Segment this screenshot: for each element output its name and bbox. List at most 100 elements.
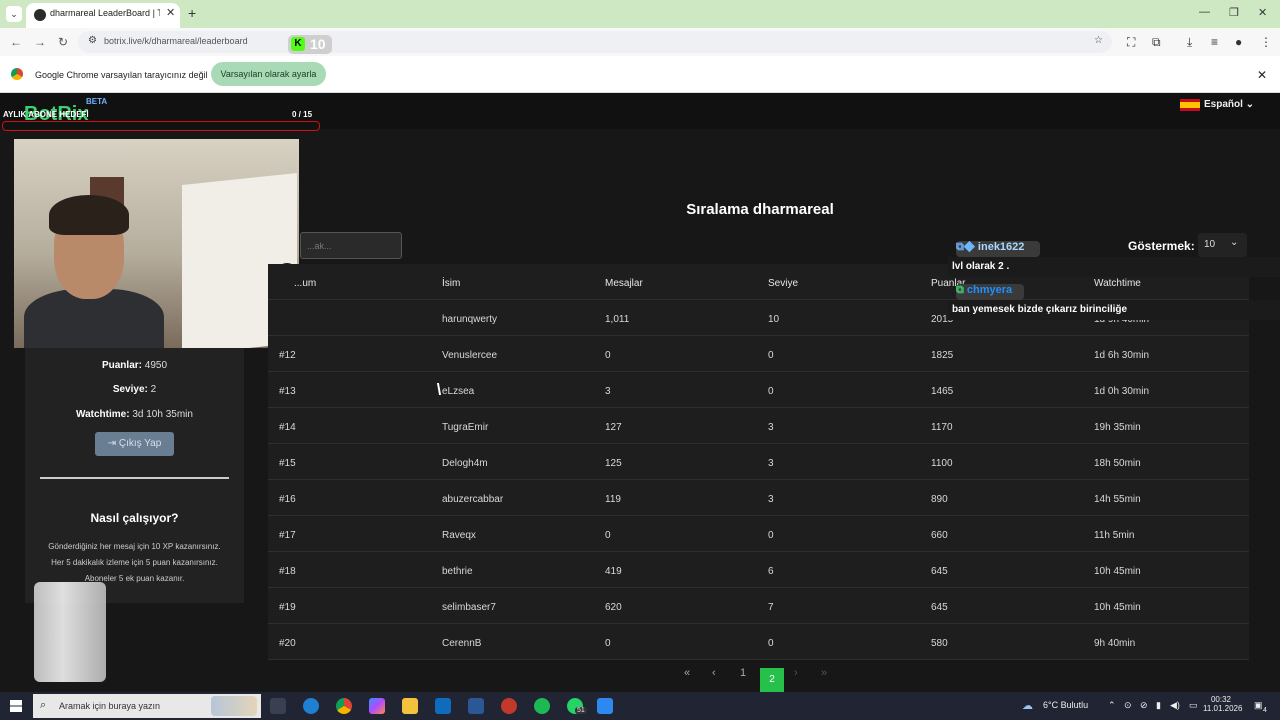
menu-icon[interactable]: ⋮	[1260, 35, 1272, 49]
cell-watchtime: 1d 0h 30min	[1094, 386, 1150, 397]
col-watchtime[interactable]: Watchtime	[1094, 278, 1141, 289]
col-name[interactable]: İsim	[442, 278, 460, 289]
media-icon[interactable]: ≡	[1211, 35, 1218, 49]
tab-close-icon[interactable]: ✕	[166, 6, 175, 19]
cell-name[interactable]: eLzsea	[442, 386, 474, 397]
cell-rank: #20	[279, 638, 296, 649]
app-icon[interactable]	[501, 698, 517, 714]
col-rank[interactable]: ...um	[294, 278, 316, 289]
kick-extension-badge[interactable]: K 10	[288, 35, 332, 54]
extensions-icon[interactable]: ⧉	[1152, 35, 1161, 50]
profile-avatar-icon[interactable]: ●	[1235, 35, 1242, 49]
volume-icon[interactable]: ◀)	[1170, 700, 1180, 711]
mic-icon[interactable]: ▮	[1156, 700, 1161, 711]
cell-name[interactable]: harunqwerty	[442, 314, 497, 325]
window-close-icon[interactable]: ✕	[1258, 6, 1267, 19]
cell-name[interactable]: Delogh4m	[442, 458, 488, 469]
page-2-button[interactable]: 2	[760, 668, 784, 692]
forward-icon[interactable]: →	[34, 35, 46, 49]
cell-rank: #16	[279, 494, 296, 505]
tray-app-icon[interactable]: ⊙	[1124, 700, 1132, 711]
kick-logo-icon: K	[291, 37, 305, 51]
minimize-icon[interactable]: —	[1199, 6, 1210, 18]
chevron-down-icon: ⌄	[1230, 237, 1239, 248]
cell-watchtime: 11h 5min	[1094, 530, 1135, 541]
chat-username-1: ⧉◆ inek1622	[956, 241, 1040, 257]
how-line-2: Her 5 dakikalık izleme için 5 puan kazan…	[51, 558, 218, 567]
page-size-select[interactable]: 10 ⌄	[1198, 233, 1247, 257]
store-icon[interactable]	[468, 698, 484, 714]
page-1-button[interactable]: 1	[740, 667, 746, 679]
tray-chevron-icon[interactable]: ⌃	[1108, 700, 1116, 711]
next-page-button[interactable]: ›	[794, 667, 798, 679]
spotify-icon[interactable]	[534, 698, 550, 714]
logout-icon: ⇥	[107, 438, 117, 449]
copilot-icon[interactable]	[369, 698, 385, 714]
taskbar-search[interactable]: ⌕ Aramak için buraya yazın	[33, 694, 261, 718]
browser-tab[interactable]: dharmareal LeaderBoard | The I... ✕	[26, 3, 180, 28]
file-explorer-icon[interactable]	[402, 698, 418, 714]
set-default-button[interactable]: Varsayılan olarak ayarla	[211, 62, 326, 86]
paint-icon[interactable]	[597, 698, 613, 714]
chrome-icon[interactable]	[336, 698, 352, 714]
outlook-icon[interactable]	[435, 698, 451, 714]
prev-page-button[interactable]: ‹	[712, 667, 716, 679]
tray-network-off-icon[interactable]: ⊘	[1140, 700, 1148, 711]
tab-search-icon[interactable]: ⌄	[6, 6, 22, 22]
edge-icon[interactable]	[303, 698, 319, 714]
first-page-button[interactable]: «	[684, 667, 690, 679]
cell-level: 0	[768, 638, 774, 649]
address-bar[interactable]: ⚙ botrix.live/k/dharmareal/leaderboard K…	[78, 31, 1112, 54]
last-page-button[interactable]: »	[821, 667, 827, 679]
language-selector[interactable]: Español ⌄	[1204, 99, 1254, 110]
cell-name[interactable]: TugraEmir	[442, 422, 488, 433]
cell-name[interactable]: abuzercabbar	[442, 494, 503, 505]
page-size-value: 10	[1204, 239, 1216, 250]
cell-watchtime: 9h 40min	[1094, 638, 1136, 649]
weather-text[interactable]: 6°C Bulutlu	[1043, 700, 1088, 710]
cell-messages: 1,011	[605, 314, 630, 325]
restore-icon[interactable]: ❐	[1229, 6, 1239, 19]
bookmark-star-icon[interactable]: ☆	[1094, 35, 1103, 46]
points-stat: Puanlar: 4950	[25, 360, 244, 371]
browser-tab-bar: ⌄ dharmareal LeaderBoard | The I... ✕ + …	[0, 0, 1280, 28]
back-icon[interactable]: ←	[10, 35, 22, 49]
cell-watchtime: 10h 45min	[1094, 566, 1141, 577]
webcam-person-hair	[49, 195, 129, 235]
screenshot-icon[interactable]: ⛶	[1127, 35, 1135, 50]
watchtime-stat: Watchtime: 3d 10h 35min	[25, 409, 244, 420]
table-row: #14 TugraEmir 127 3 1170 19h 35min	[268, 408, 1249, 444]
leaderboard-table: ...um İsim Mesajlar Seviye Puanlar Watch…	[268, 264, 1249, 660]
site-info-icon[interactable]: ⚙	[88, 35, 97, 46]
chat-message-1: lvl olarak 2 .	[948, 257, 1280, 277]
level-label: Seviye:	[112, 384, 148, 395]
table-row: #15 Delogh4m 125 3 1100 18h 50min	[268, 444, 1249, 480]
url-text: botrix.live/k/dharmareal/leaderboard	[104, 36, 248, 46]
cell-name[interactable]: Venuslercee	[442, 350, 497, 361]
windows-start-icon[interactable]	[10, 700, 22, 712]
cell-level: 10	[768, 314, 780, 325]
system-clock[interactable]: 00:32 11.01.2026	[1203, 695, 1242, 713]
download-icon[interactable]: ⤓	[1187, 35, 1192, 50]
search-input[interactable]: ...ak...	[300, 232, 402, 259]
table-row: #16 abuzercabbar 119 3 890 14h 55min	[268, 480, 1249, 516]
cell-points: 890	[931, 494, 948, 505]
site-header: BotRix BETA AYLIK ABONE HEDEFİ 0 / 15 Es…	[0, 93, 1280, 131]
cell-messages: 127	[605, 422, 622, 433]
cell-name[interactable]: bethrie	[442, 566, 473, 577]
botrix-favicon-icon	[34, 9, 46, 21]
notification-icon[interactable]: ▣	[1254, 700, 1263, 711]
language-icon[interactable]: ▭	[1189, 700, 1198, 711]
logout-button[interactable]: ⇥ Çıkış Yap	[95, 432, 174, 456]
col-messages[interactable]: Mesajlar	[605, 278, 643, 289]
cell-messages: 419	[605, 566, 622, 577]
task-view-icon[interactable]	[270, 698, 286, 714]
new-tab-button[interactable]: +	[188, 5, 196, 21]
cell-name[interactable]: Raveqx	[442, 530, 476, 541]
cell-name[interactable]: CerennB	[442, 638, 481, 649]
infobar-close-icon[interactable]: ✕	[1257, 68, 1267, 82]
user-profile-card: Puanlar: 4950 Seviye: 2 Watchtime: 3d 10…	[25, 348, 244, 603]
cell-name[interactable]: selimbaser7	[442, 602, 496, 613]
reload-icon[interactable]: ↻	[58, 35, 68, 49]
col-level[interactable]: Seviye	[768, 278, 798, 289]
